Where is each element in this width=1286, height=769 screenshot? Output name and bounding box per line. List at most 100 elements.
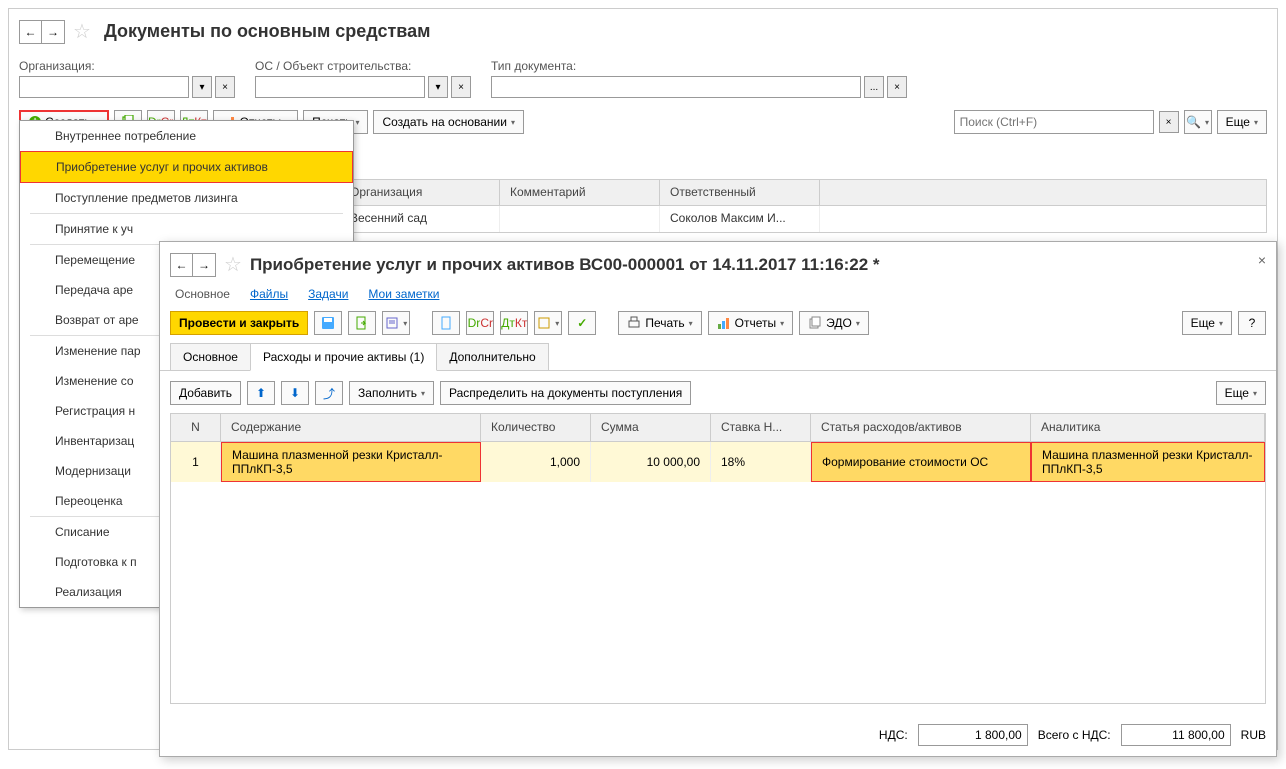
cell-content[interactable]: Машина плазменной резки Кристалл-ППлКП-3…	[221, 442, 481, 482]
menu-item-selected[interactable]: Приобретение услуг и прочих активов	[20, 151, 353, 183]
modal-nav: Основное Файлы Задачи Мои заметки	[160, 287, 1276, 311]
attach-button[interactable]: ▾	[382, 311, 410, 335]
org-input[interactable]	[19, 76, 189, 98]
favorite-icon[interactable]: ☆	[73, 19, 91, 44]
distribute-button[interactable]: Распределить на документы поступления	[440, 381, 691, 405]
os-label: ОС / Объект строительства:	[255, 59, 471, 73]
col-analytics: Аналитика	[1031, 414, 1265, 441]
col-article: Статья расходов/активов	[811, 414, 1031, 441]
down-button[interactable]: ⬇	[281, 381, 309, 405]
link-icon	[537, 316, 551, 330]
cell-analytics[interactable]: Машина плазменной резки Кристалл-ППлКП-3…	[1031, 442, 1265, 482]
os-clear-button[interactable]: ×	[451, 76, 471, 98]
menu-item[interactable]: Принятие к уч	[20, 214, 353, 244]
org-dropdown-button[interactable]: ▾	[192, 76, 212, 98]
modal-title: Приобретение услуг и прочих активов ВС00…	[250, 255, 880, 275]
check-icon: ✓	[577, 316, 587, 330]
doc-button[interactable]	[432, 311, 460, 335]
col-n: N	[171, 414, 221, 441]
total-input[interactable]	[1121, 724, 1231, 746]
currency-label: RUB	[1241, 728, 1266, 742]
arrow-down-icon: ⬇	[290, 386, 300, 400]
header: ← → ☆ Документы по основным средствам	[9, 9, 1277, 59]
more-button[interactable]: Еще ▾	[1217, 110, 1267, 134]
cell-article[interactable]: Формирование стоимости ОС	[811, 442, 1031, 482]
doc-icon	[439, 316, 453, 330]
modal-favorite-icon[interactable]: ☆	[224, 252, 242, 277]
create-based-button[interactable]: Создать на основании ▾	[373, 110, 524, 134]
org-clear-button[interactable]: ×	[215, 76, 235, 98]
type-more-button[interactable]: ...	[864, 76, 884, 98]
tab-additional[interactable]: Дополнительно	[436, 343, 548, 370]
fill-button[interactable]: Заполнить▾	[349, 381, 434, 405]
edo-button[interactable]: ЭДО ▾	[799, 311, 869, 335]
total-label: Всего с НДС:	[1038, 728, 1111, 742]
search-clear-button[interactable]: ×	[1159, 111, 1179, 133]
doc-stack-icon	[808, 316, 822, 330]
org-label: Организация:	[19, 59, 235, 73]
search-button[interactable]: 🔍▾	[1184, 110, 1212, 134]
vat-label: НДС:	[879, 728, 908, 742]
dr-cr-modal-button[interactable]: DrCr	[466, 311, 494, 335]
nav-files[interactable]: Файлы	[250, 287, 288, 301]
back-button[interactable]: ←	[20, 21, 42, 43]
chart-icon	[717, 316, 731, 330]
modal-footer: НДС: Всего с НДС: RUB	[160, 714, 1276, 756]
type-input[interactable]	[491, 76, 861, 98]
modal-forward-button[interactable]: →	[193, 254, 215, 276]
col-sum: Сумма	[591, 414, 711, 441]
page-title: Документы по основным средствам	[104, 21, 431, 42]
forward-button[interactable]: →	[42, 21, 64, 43]
help-button[interactable]: ?	[1238, 311, 1266, 335]
tab-expenses[interactable]: Расходы и прочие активы (1)	[250, 343, 437, 371]
search-input[interactable]	[954, 110, 1154, 134]
tab-main[interactable]: Основное	[170, 343, 251, 370]
modal-print-button[interactable]: Печать ▾	[618, 311, 701, 335]
col-comment: Комментарий	[500, 180, 660, 205]
cell-org: Весенний сад	[340, 206, 500, 232]
col-org: Организация	[340, 180, 500, 205]
link-button[interactable]: ▾	[534, 311, 562, 335]
cell-qty[interactable]: 1,000	[481, 442, 591, 482]
modal-tabs: Основное Расходы и прочие активы (1) Доп…	[160, 343, 1276, 371]
os-dropdown-button[interactable]: ▾	[428, 76, 448, 98]
cell-sum[interactable]: 10 000,00	[591, 442, 711, 482]
modal-reports-button[interactable]: Отчеты ▾	[708, 311, 794, 335]
col-resp: Ответственный	[660, 180, 820, 205]
add-button[interactable]: Добавить	[170, 381, 241, 405]
tab-more-button[interactable]: Еще▾	[1216, 381, 1266, 405]
split-button[interactable]: ⤴	[315, 381, 343, 405]
printer-icon	[627, 316, 641, 330]
submit-close-button[interactable]: Провести и закрыть	[170, 311, 308, 335]
up-button[interactable]: ⬆	[247, 381, 275, 405]
cell-vat[interactable]: 18%	[711, 442, 811, 482]
check-button[interactable]: ✓	[568, 311, 596, 335]
modal-toolbar: Провести и закрыть ▾ DrCr ДтКт ▾ ✓ Печат…	[160, 311, 1276, 343]
modal-more-button[interactable]: Еще ▾	[1182, 311, 1232, 335]
post-button[interactable]	[348, 311, 376, 335]
col-qty: Количество	[481, 414, 591, 441]
nav-main[interactable]: Основное	[175, 287, 230, 301]
menu-item[interactable]: Внутреннее потребление	[20, 121, 353, 151]
col-content: Содержание	[221, 414, 481, 441]
nav-tasks[interactable]: Задачи	[308, 287, 348, 301]
save-button[interactable]	[314, 311, 342, 335]
main-window: ← → ☆ Документы по основным средствам Ор…	[8, 8, 1278, 750]
arrow-up-icon: ⬆	[256, 386, 266, 400]
tab-content: Добавить ⬆ ⬇ ⤴ Заполнить▾ Распределить н…	[160, 371, 1276, 714]
vat-input[interactable]	[918, 724, 1028, 746]
type-label: Тип документа:	[491, 59, 907, 73]
expenses-table: N Содержание Количество Сумма Ставка Н..…	[170, 413, 1266, 704]
os-input[interactable]	[255, 76, 425, 98]
search-icon: 🔍	[1186, 115, 1201, 129]
table-row[interactable]: 1 Машина плазменной резки Кристалл-ППлКП…	[171, 442, 1265, 482]
modal-back-button[interactable]: ←	[171, 254, 193, 276]
cell-n: 1	[171, 442, 221, 482]
close-button[interactable]: ×	[1258, 252, 1266, 268]
type-clear-button[interactable]: ×	[887, 76, 907, 98]
dt-kt-modal-button[interactable]: ДтКт	[500, 311, 528, 335]
col-vat: Ставка Н...	[711, 414, 811, 441]
menu-item[interactable]: Поступление предметов лизинга	[20, 183, 353, 213]
nav-notes[interactable]: Мои заметки	[368, 287, 439, 301]
branch-icon: ⤴	[323, 385, 335, 402]
